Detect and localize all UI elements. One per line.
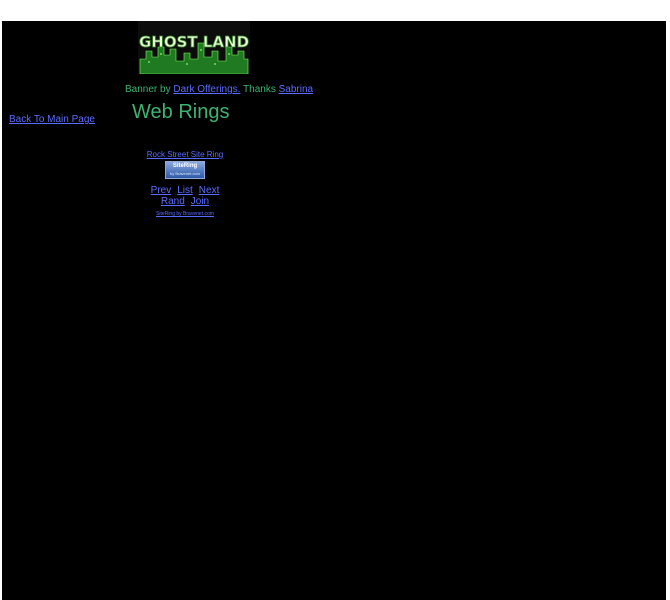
back-to-main-page-link[interactable]: Back To Main Page xyxy=(9,114,95,125)
banner-credit-prefix: Banner by xyxy=(125,84,171,95)
ring-rand-link[interactable]: Rand xyxy=(161,196,185,207)
ring-name-link[interactable]: Rock Street Site Ring xyxy=(122,150,248,160)
ring-navigation: Prev List Next Rand Join xyxy=(122,185,248,207)
site-ring-widget: Rock Street Site Ring SiteRing by Braven… xyxy=(122,150,248,217)
ghost-land-banner: GHOST LAND xyxy=(138,21,250,74)
site-ring-logo[interactable]: SiteRing by Bravenet.com xyxy=(165,161,205,179)
ring-logo-title: SiteRing xyxy=(172,163,198,169)
sabrina-link[interactable]: Sabrina xyxy=(279,84,313,95)
ring-next-link[interactable]: Next xyxy=(199,185,220,196)
banner-credit: Banner by Dark Offerings. Thanks Sabrina xyxy=(125,84,313,95)
ring-credit-link[interactable]: SiteRing by Bravenet.com xyxy=(122,211,248,217)
page-title: Web Rings xyxy=(132,101,230,123)
ring-join-link[interactable]: Join xyxy=(191,196,209,207)
dark-offerings-link[interactable]: Dark Offerings. xyxy=(173,84,240,95)
ring-prev-link[interactable]: Prev xyxy=(151,185,172,196)
page-body: GHOST LAND Banner by Dark Offerings. Tha… xyxy=(2,21,666,600)
banner-logo-text: GHOST LAND xyxy=(139,33,249,51)
thanks-text: Thanks xyxy=(243,84,276,95)
ring-list-link[interactable]: List xyxy=(177,185,193,196)
ring-logo-sub: by Bravenet.com xyxy=(169,171,200,176)
